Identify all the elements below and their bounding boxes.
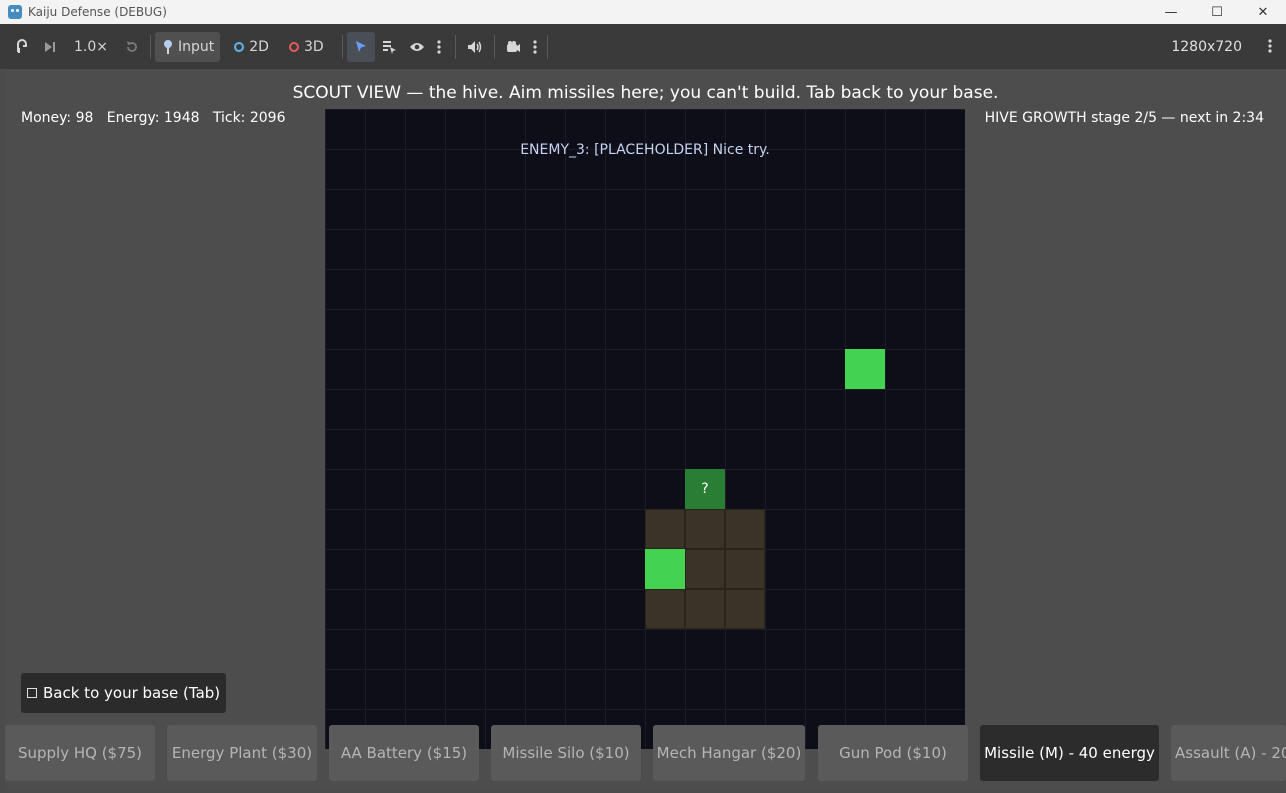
camera-override-icon[interactable] — [499, 32, 527, 62]
eye-icon[interactable] — [403, 32, 431, 62]
enemy-message: ENEMY_3: [PLACEHOLDER] Nice try. — [520, 142, 770, 158]
minimize-button[interactable]: — — [1148, 0, 1194, 24]
more-options-icon[interactable] — [431, 32, 447, 62]
build-gun-pod-button[interactable]: Gun Pod ($10) — [818, 725, 968, 781]
next-frame-icon[interactable] — [36, 32, 64, 62]
hive-cell-brown[interactable] — [685, 509, 725, 549]
fire-assault-button[interactable]: Assault (A) - 20 — [1171, 725, 1286, 781]
separator — [341, 34, 343, 59]
maximize-button[interactable]: ☐ — [1194, 0, 1240, 24]
circle-3d-icon — [288, 41, 299, 52]
hive-grid[interactable]: ENEMY_3: [PLACEHOLDER] Nice try. ? — [325, 109, 965, 749]
mode-3d-button[interactable]: 3D — [283, 32, 330, 62]
hive-cell-brown[interactable] — [645, 509, 685, 549]
select-cursor-icon[interactable] — [346, 31, 375, 62]
build-bar: Supply HQ ($75) Energy Plant ($30) AA Ba… — [5, 725, 1286, 781]
input-mode-label: Input — [178, 38, 215, 55]
speaker-icon[interactable] — [460, 32, 490, 62]
unknown-marker-cell[interactable]: ? — [685, 469, 725, 509]
unknown-marker-label: ? — [701, 481, 709, 497]
window-switch-icon — [27, 688, 37, 698]
back-to-base-label: Back to your base (Tab) — [43, 684, 221, 702]
mode-3d-label: 3D — [303, 38, 324, 55]
mode-2d-button[interactable]: 2D — [228, 32, 275, 62]
godot-app-icon — [8, 5, 22, 19]
window-title: Kaiju Defense (DEBUG) — [28, 5, 167, 19]
build-aa-battery-button[interactable]: AA Battery ($15) — [329, 725, 479, 781]
resolution-label: 1280x720 — [1171, 38, 1242, 55]
list-select-icon[interactable] — [375, 32, 403, 62]
window-titlebar: Kaiju Defense (DEBUG) — ☐ ✕ — [0, 0, 1286, 24]
build-missile-silo-button[interactable]: Missile Silo ($10) — [491, 725, 641, 781]
hive-cell-brown[interactable] — [645, 589, 685, 629]
build-energy-plant-button[interactable]: Energy Plant ($30) — [167, 725, 317, 781]
hive-cell-green[interactable] — [845, 349, 885, 389]
hive-cell-green[interactable] — [645, 549, 685, 589]
back-to-base-button[interactable]: Back to your base (Tab) — [21, 673, 227, 713]
close-button[interactable]: ✕ — [1240, 0, 1286, 24]
debug-toolbar: 1.0× Input 2D 3D 1280x720 — [0, 24, 1286, 69]
separator — [546, 34, 548, 59]
window-controls: — ☐ ✕ — [1148, 0, 1286, 24]
hive-cell-brown[interactable] — [685, 549, 725, 589]
time-scale-label[interactable]: 1.0× — [64, 32, 118, 62]
hive-growth-status: HIVE GROWTH stage 2/5 — next in 2:34 — [984, 110, 1264, 126]
build-supply-hq-button[interactable]: Supply HQ ($75) — [5, 725, 155, 781]
input-mode-button[interactable]: Input — [155, 31, 221, 62]
hive-cell-brown[interactable] — [685, 589, 725, 629]
reset-speed-icon[interactable] — [118, 32, 146, 62]
separator — [150, 34, 151, 59]
hive-cell-brown[interactable] — [725, 589, 765, 629]
circle-2d-icon — [234, 41, 245, 52]
separator — [454, 34, 456, 59]
joystick-icon — [164, 39, 172, 54]
hive-cell-brown[interactable] — [725, 509, 765, 549]
more-options-icon[interactable] — [527, 32, 543, 62]
scout-view-headline: SCOUT VIEW — the hive. Aim missiles here… — [292, 83, 999, 103]
hive-cell-brown[interactable] — [725, 549, 765, 589]
resource-stats: Money: 98 Energy: 1948 Tick: 2096 — [21, 110, 286, 126]
toolbar-menu-icon[interactable] — [1262, 31, 1278, 61]
game-viewport: SCOUT VIEW — the hive. Aim missiles here… — [5, 69, 1286, 789]
mode-2d-label: 2D — [249, 38, 269, 55]
fire-missile-button[interactable]: Missile (M) - 40 energy — [980, 725, 1159, 781]
build-mech-hangar-button[interactable]: Mech Hangar ($20) — [653, 725, 805, 781]
separator — [493, 34, 495, 59]
suspend-icon[interactable] — [8, 32, 36, 62]
